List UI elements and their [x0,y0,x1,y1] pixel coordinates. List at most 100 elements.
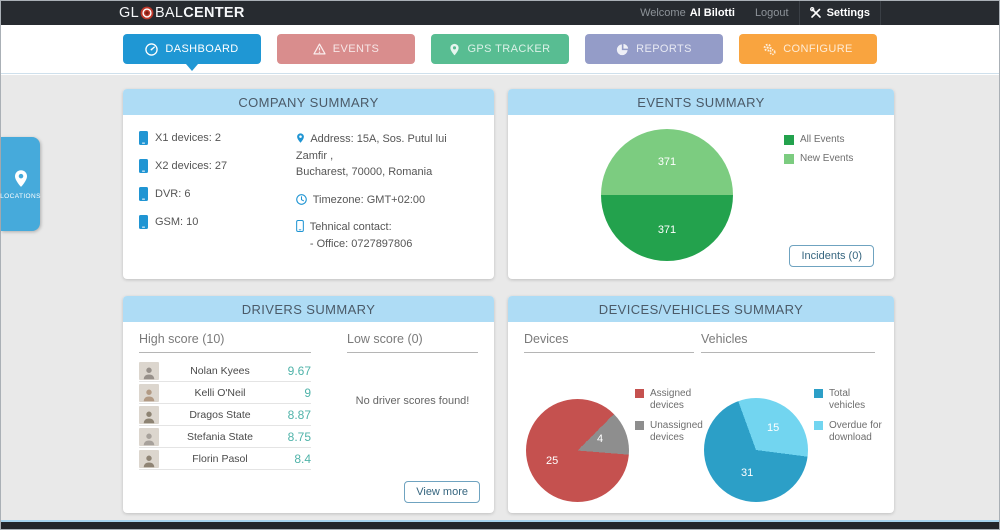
dashboard-content: LOCATIONS COMPANY SUMMARY X1 devices: 2 … [1,75,999,520]
driver-avatar [139,406,159,424]
legend-swatch [635,421,644,430]
driver-avatar [139,362,159,380]
phone-icon [139,187,148,201]
devices-vehicles-summary-panel: DEVICES/VEHICLES SUMMARY Devices Vehicle… [508,296,894,513]
company-summary-body: X1 devices: 2 X2 devices: 27 DVR: 6 GSM:… [123,115,494,262]
devices-legend: Assigned devices Unassigned devices [635,388,701,443]
vehicles-column: Vehicles [701,332,875,360]
main-nav: DASHBOARD EVENTS GPS TRACKER REPORTS CON… [1,25,999,74]
vehicles-legend: Total vehicles Overdue for download [814,388,888,443]
device-count-item: GSM: 10 [139,215,296,229]
company-timezone: Timezone: GMT+02:00 [296,192,480,209]
nav-label: EVENTS [333,43,379,55]
pie-value-assigned: 25 [546,455,558,467]
welcome-text: Welcome Al Bilotti [630,1,745,25]
device-count-label: GSM: 10 [155,216,198,228]
pie-value-new-events: 371 [601,156,733,168]
legend-swatch [784,154,794,164]
legend-label: New Events [800,153,853,165]
pie-value-total: 31 [741,467,753,479]
driver-score: 8.87 [281,408,311,422]
driver-name: Nolan Kyees [165,365,275,377]
driver-name: Dragos State [165,409,275,421]
nav-tab-gps-tracker[interactable]: GPS TRACKER [431,34,569,64]
device-count-item: DVR: 6 [139,187,296,201]
driver-row: Florin Pasol 8.4 [139,448,311,470]
legend-swatch [784,135,794,145]
nav-tab-reports[interactable]: REPORTS [585,34,723,64]
gears-icon [763,43,776,56]
driver-score: 9.67 [281,364,311,378]
incidents-button[interactable]: Incidents (0) [789,245,874,267]
driver-name: Florin Pasol [165,453,275,465]
no-scores-message: No driver scores found! [347,395,478,407]
nav-tab-configure[interactable]: CONFIGURE [739,34,877,64]
phone-icon [296,220,307,232]
panel-title: DRIVERS SUMMARY [123,296,494,322]
legend-item-total-vehicles: Total vehicles [814,388,888,411]
locations-tab-label: LOCATIONS [0,193,41,200]
driver-row: Nolan Kyees 9.67 [139,360,311,382]
logo-text-center: CENTER [183,5,244,21]
legend-swatch [635,389,644,398]
user-name: Al Bilotti [690,7,735,19]
nav-label: REPORTS [636,43,692,55]
address-line1: Address: 15A, Sos. Putul lui Zamfir , [296,133,447,162]
device-count-item: X2 devices: 27 [139,159,296,173]
settings-label: Settings [827,7,870,19]
driver-score: 8.75 [281,430,311,444]
nav-tab-events[interactable]: EVENTS [277,34,415,64]
bottom-bar [1,520,999,529]
driver-avatar [139,384,159,402]
events-pie-chart: 371 371 [601,129,733,261]
driver-name: Stefania State [165,431,275,443]
devices-pie-chart: 25 4 [526,399,629,502]
panel-title: COMPANY SUMMARY [123,89,494,115]
legend-swatch [814,389,823,398]
location-pin-icon [449,43,460,56]
pie-value-all-events: 371 [601,224,733,236]
clock-icon [296,194,310,205]
contact-label: Tehnical contact: [310,221,392,233]
driver-score: 8.4 [281,452,311,466]
location-pin-icon [296,132,308,144]
legend-label: Overdue for download [829,420,888,443]
driver-row: Dragos State 8.87 [139,404,311,426]
vehicles-pie-chart: 31 15 [704,398,808,502]
locations-side-tab[interactable]: LOCATIONS [1,137,40,231]
driver-row: Stefania State 8.75 [139,426,311,448]
device-count-label: DVR: 6 [155,188,190,200]
nav-tab-dashboard[interactable]: DASHBOARD [123,34,261,64]
phone-icon [139,215,148,229]
address-line2: Bucharest, 70000, Romania [296,166,432,178]
nav-label: DASHBOARD [165,43,238,55]
warning-triangle-icon [313,43,326,55]
legend-label: Unassigned devices [650,420,703,443]
header-user-area: Welcome Al Bilotti Logout Settings [630,1,881,25]
app-logo: GLBALCENTER [119,1,245,25]
settings-link[interactable]: Settings [799,1,881,25]
legend-item-overdue: Overdue for download [814,420,888,443]
vehicles-header: Vehicles [701,332,875,353]
device-count-label: X1 devices: 2 [155,132,221,144]
logout-link[interactable]: Logout [745,1,799,25]
timezone-text: Timezone: GMT+02:00 [313,194,425,206]
drivers-summary-panel: DRIVERS SUMMARY High score (10) Nolan Ky… [123,296,494,513]
top-header: GLBALCENTER Welcome Al Bilotti Logout Se… [1,1,999,25]
nav-label: CONFIGURE [783,43,853,55]
device-count-item: X1 devices: 2 [139,131,296,145]
phone-icon [139,159,148,173]
pie-value-overdue: 15 [767,422,779,434]
devices-header: Devices [524,332,694,353]
devices-column: Devices [524,332,694,360]
contact-office: - Office: 0727897806 [296,238,413,250]
welcome-label: Welcome [640,7,686,19]
high-score-header: High score (10) [139,332,311,353]
driver-name: Kelli O'Neil [165,387,275,399]
driver-avatar [139,428,159,446]
view-more-button[interactable]: View more [404,481,480,503]
location-pin-icon [13,169,29,188]
pie-chart-icon [616,43,629,56]
legend-label: All Events [800,134,844,146]
driver-avatar [139,450,159,468]
